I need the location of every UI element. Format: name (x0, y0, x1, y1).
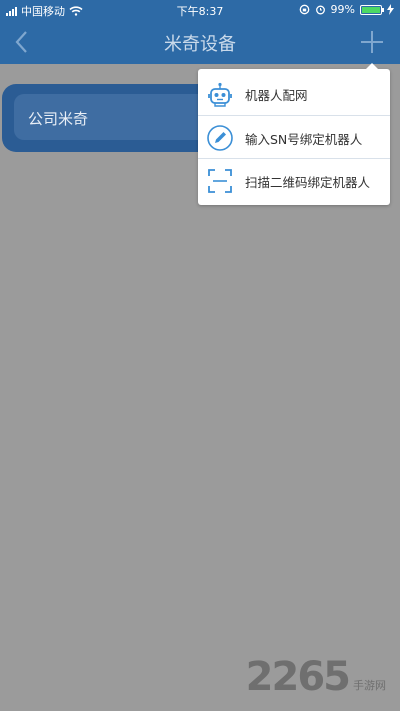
scan-icon (208, 169, 232, 193)
watermark: 2265 手游网 (246, 657, 386, 697)
robot-icon (208, 82, 232, 107)
battery-fill (362, 6, 380, 13)
charging-icon (387, 4, 394, 15)
menu-item-sn-bind[interactable]: 输入SN号绑定机器人 (198, 115, 390, 160)
watermark-number: 2265 (245, 654, 351, 700)
menu-item-qr-bind[interactable]: 扫描二维码绑定机器人 (198, 158, 390, 203)
device-name: 公司米奇 (28, 110, 89, 128)
menu-item-robot-network[interactable]: 机器人配网 (198, 72, 390, 117)
menu-item-label: 扫描二维码绑定机器人 (245, 174, 371, 190)
plus-icon[interactable] (358, 28, 386, 56)
menu-item-label: 机器人配网 (245, 88, 308, 103)
alarm-icon (315, 5, 325, 15)
menu-item-label: 输入SN号绑定机器人 (245, 131, 363, 147)
page-title: 米奇设备 (164, 34, 236, 55)
battery-icon (360, 4, 384, 15)
orientation-lock-icon (299, 4, 309, 15)
watermark-sub: 手游网 (353, 679, 386, 692)
add-device-menu: 机器人配网 输入SN号绑定机器人 扫描二维码绑定机器人 (198, 63, 390, 205)
battery-percent: 99% (330, 3, 355, 16)
status-bar: 中国移动 下午8:37 99% (0, 0, 400, 20)
nav-bar: 米奇设备 (0, 20, 400, 64)
pencil-icon (207, 125, 233, 151)
status-right: 99% (299, 3, 394, 16)
